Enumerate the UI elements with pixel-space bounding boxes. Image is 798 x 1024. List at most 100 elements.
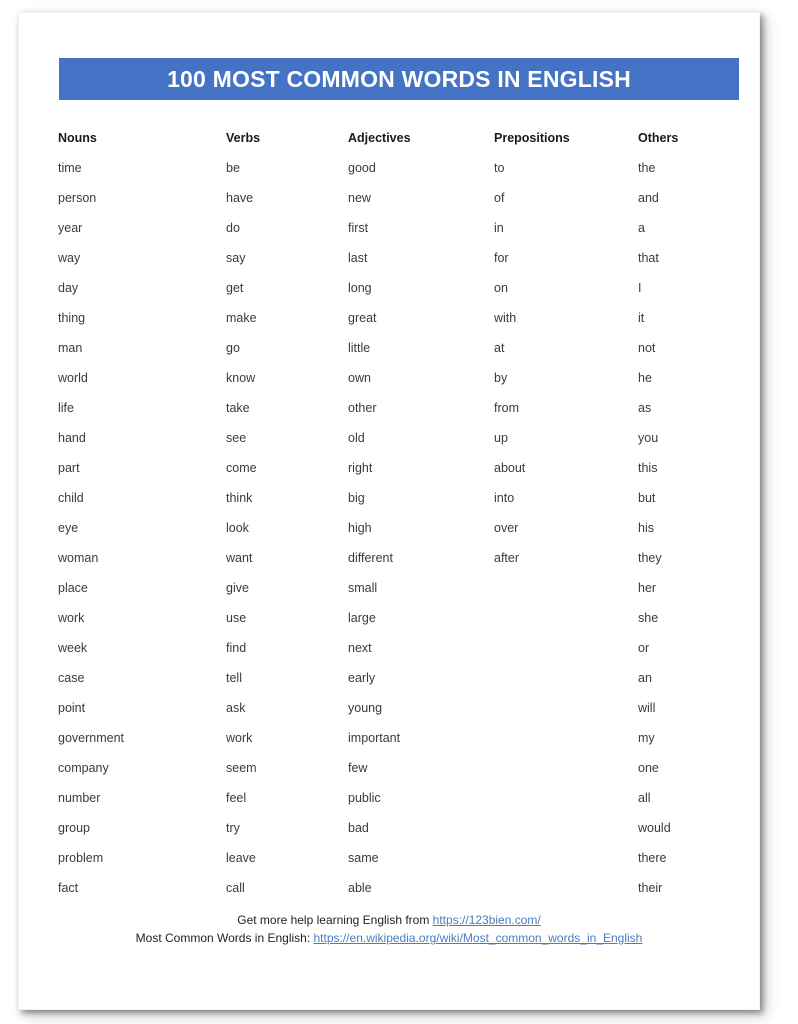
list-item: from bbox=[494, 401, 519, 415]
list-item: go bbox=[226, 341, 240, 355]
list-item: other bbox=[348, 401, 377, 415]
list-item: next bbox=[348, 641, 372, 655]
list-item: of bbox=[494, 191, 505, 205]
list-item: but bbox=[638, 491, 656, 505]
list-item: little bbox=[348, 341, 371, 355]
list-item: would bbox=[638, 821, 671, 835]
list-item: her bbox=[638, 581, 657, 595]
list-item: big bbox=[348, 491, 365, 505]
list-item: person bbox=[58, 191, 97, 205]
list-item: eye bbox=[58, 521, 79, 535]
list-item: or bbox=[638, 641, 650, 655]
list-item: look bbox=[226, 521, 249, 535]
list-item: know bbox=[226, 371, 256, 385]
printable-sheet: 100 MOST COMMON WORDS IN ENGLISH Nouns t… bbox=[18, 12, 760, 1010]
list-item: early bbox=[348, 671, 376, 685]
footer-line-2: Most Common Words in English: https://en… bbox=[19, 929, 759, 947]
list-item: think bbox=[226, 491, 253, 505]
list-item: different bbox=[348, 551, 393, 565]
page-title: 100 MOST COMMON WORDS IN ENGLISH bbox=[167, 65, 631, 92]
list-item: that bbox=[638, 251, 659, 265]
list-item: number bbox=[58, 791, 101, 805]
list-item: last bbox=[348, 251, 368, 265]
list-item: man bbox=[58, 341, 83, 355]
list-item: good bbox=[348, 161, 376, 175]
word-list-nouns: time person year way day thing man world… bbox=[58, 153, 226, 903]
list-item: on bbox=[494, 281, 508, 295]
list-item: part bbox=[58, 461, 80, 475]
list-item: come bbox=[226, 461, 257, 475]
column-header-adjectives: Adjectives bbox=[348, 131, 411, 145]
list-item: make bbox=[226, 311, 257, 325]
list-item: young bbox=[348, 701, 383, 715]
list-item: life bbox=[58, 401, 74, 415]
list-item: great bbox=[348, 311, 377, 325]
list-item: after bbox=[494, 551, 520, 565]
word-list-verbs: be have do say get make go know take see… bbox=[226, 153, 348, 903]
list-item: high bbox=[348, 521, 372, 535]
link-123bien[interactable]: https://123bien.com/ bbox=[433, 913, 541, 927]
word-list-adjectives: good new first last long great little ow… bbox=[348, 153, 494, 903]
list-item: fact bbox=[58, 881, 79, 895]
list-item: want bbox=[226, 551, 253, 565]
list-item: small bbox=[348, 581, 378, 595]
list-item: point bbox=[58, 701, 86, 715]
list-item: large bbox=[348, 611, 376, 625]
list-item: use bbox=[226, 611, 247, 625]
footer-line-1-text: Get more help learning English from bbox=[237, 913, 433, 927]
list-item: as bbox=[638, 401, 652, 415]
list-item: say bbox=[226, 251, 246, 265]
list-item: try bbox=[226, 821, 240, 835]
list-item: do bbox=[226, 221, 240, 235]
link-wikipedia[interactable]: https://en.wikipedia.org/wiki/Most_commo… bbox=[314, 931, 643, 945]
column-header-nouns: Nouns bbox=[58, 131, 97, 145]
list-item: child bbox=[58, 491, 84, 505]
list-item: week bbox=[58, 641, 88, 655]
list-item: have bbox=[226, 191, 254, 205]
list-item: up bbox=[494, 431, 508, 445]
column-prepositions: Prepositions to of in for on with at by … bbox=[494, 123, 638, 573]
column-adjectives: Adjectives good new first last long grea… bbox=[348, 123, 494, 903]
list-item: a bbox=[638, 221, 645, 235]
list-item: give bbox=[226, 581, 249, 595]
list-item: not bbox=[638, 341, 656, 355]
word-list-prepositions: to of in for on with at by from up about… bbox=[494, 153, 638, 573]
list-item: woman bbox=[58, 551, 99, 565]
list-item: company bbox=[58, 761, 109, 775]
list-item: world bbox=[58, 371, 88, 385]
list-item: public bbox=[348, 791, 381, 805]
list-item: hand bbox=[58, 431, 86, 445]
list-item: take bbox=[226, 401, 250, 415]
list-item: own bbox=[348, 371, 371, 385]
list-item: year bbox=[58, 221, 83, 235]
list-item: my bbox=[638, 731, 655, 745]
list-item: she bbox=[638, 611, 659, 625]
list-item: one bbox=[638, 761, 659, 775]
list-item: by bbox=[494, 371, 508, 385]
list-item: right bbox=[348, 461, 373, 475]
column-nouns: Nouns time person year way day thing man… bbox=[58, 123, 226, 903]
list-item: an bbox=[638, 671, 652, 685]
list-item: same bbox=[348, 851, 379, 865]
list-item: time bbox=[58, 161, 82, 175]
list-item: first bbox=[348, 221, 369, 235]
list-item: in bbox=[494, 221, 504, 235]
list-item: place bbox=[58, 581, 88, 595]
list-item: bad bbox=[348, 821, 369, 835]
list-item: tell bbox=[226, 671, 242, 685]
list-item: into bbox=[494, 491, 515, 505]
list-item: problem bbox=[58, 851, 104, 865]
list-item: there bbox=[638, 851, 667, 865]
list-item: will bbox=[638, 701, 656, 715]
title-banner: 100 MOST COMMON WORDS IN ENGLISH bbox=[59, 58, 739, 100]
footer: Get more help learning English from http… bbox=[19, 911, 759, 947]
list-item: able bbox=[348, 881, 372, 895]
list-item: and bbox=[638, 191, 659, 205]
word-list-others: the and a that I it not he as you this b… bbox=[638, 153, 748, 903]
list-item: you bbox=[638, 431, 659, 445]
page-root: 100 MOST COMMON WORDS IN ENGLISH Nouns t… bbox=[0, 0, 798, 1024]
sheet-content: 100 MOST COMMON WORDS IN ENGLISH Nouns t… bbox=[19, 13, 759, 1009]
column-header-others: Others bbox=[638, 131, 679, 145]
column-verbs: Verbs be have do say get make go know ta… bbox=[226, 123, 348, 903]
list-item: way bbox=[58, 251, 81, 265]
